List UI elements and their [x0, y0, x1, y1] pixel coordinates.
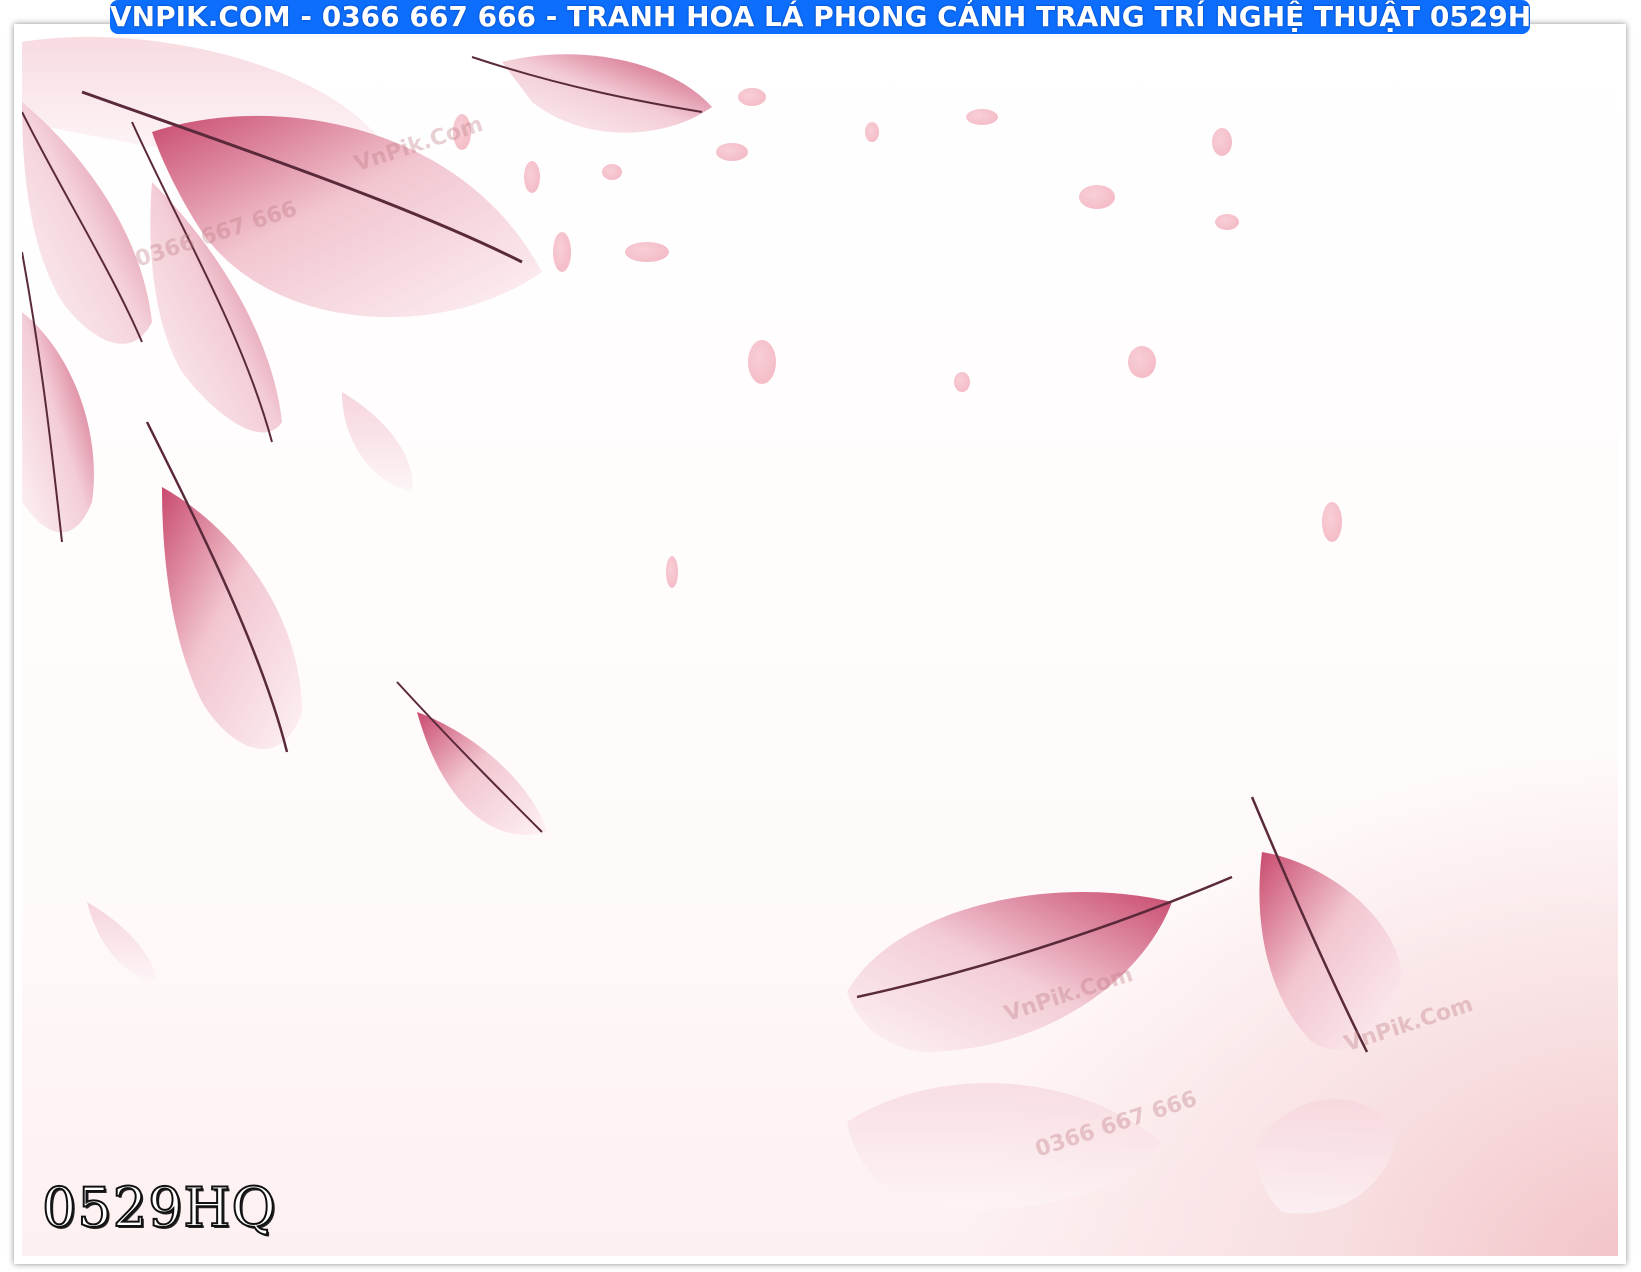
- leaf-reflection: [847, 1083, 1162, 1210]
- leaf-cluster-bottom-right: [847, 796, 1402, 1214]
- falling-leaves-left: [87, 421, 547, 982]
- petal: [666, 556, 678, 588]
- image-frame: VnPik.Com 0366 667 666 VnPik.Com 0366 66…: [14, 24, 1626, 1264]
- petal: [602, 164, 622, 180]
- product-code-label: 0529HQ: [41, 1175, 277, 1240]
- leaf-artwork: VnPik.Com 0366 667 666 VnPik.Com 0366 66…: [22, 32, 1618, 1256]
- petals: [453, 88, 1342, 588]
- petal: [1128, 346, 1156, 378]
- leaf-reflection: [1256, 1099, 1397, 1214]
- leaf: [342, 392, 413, 492]
- petal: [954, 372, 970, 392]
- petal: [1215, 214, 1239, 230]
- petal: [524, 161, 540, 193]
- petal: [865, 122, 879, 142]
- petal: [748, 340, 776, 384]
- title-banner: VNPIK.COM - 0366 667 666 - TRANH HOA LÁ …: [110, 0, 1530, 34]
- petal: [553, 232, 571, 272]
- petal: [625, 242, 669, 262]
- petal: [1212, 128, 1232, 156]
- leaf: [162, 487, 302, 750]
- leaf-cluster-top-left: [22, 36, 712, 543]
- petal: [738, 88, 766, 106]
- petal: [1322, 502, 1342, 542]
- petal: [1079, 185, 1115, 209]
- leaf: [87, 902, 157, 982]
- petal: [966, 109, 998, 125]
- petal: [716, 143, 748, 161]
